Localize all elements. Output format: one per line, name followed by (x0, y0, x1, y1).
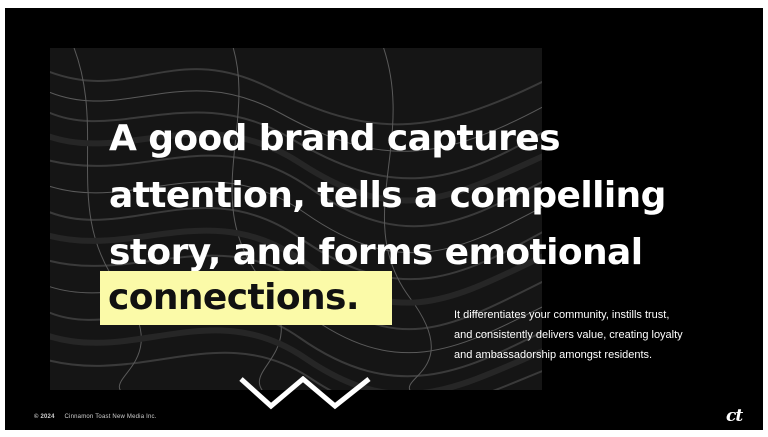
slide: A good brand captures attention, tells a… (5, 8, 763, 430)
headline: A good brand captures attention, tells a… (109, 110, 749, 281)
body-paragraph: It differentiates your community, instil… (454, 305, 754, 365)
company-name: Cinnamon Toast New Media Inc. (64, 414, 157, 420)
body-line: It differentiates your community, instil… (454, 309, 670, 321)
footer: © 2024 Cinnamon Toast New Media Inc. (34, 414, 157, 420)
brand-logo: ct (726, 406, 743, 426)
zigzag-decoration-icon (239, 376, 371, 410)
copyright-text: © 2024 (34, 414, 55, 420)
highlight-word: connections. (108, 277, 360, 318)
highlight-box: connections. (100, 271, 392, 325)
body-line: and consistently delivers value, creatin… (454, 329, 683, 341)
headline-line: A good brand captures (109, 118, 561, 159)
headline-line: attention, tells a compelling (109, 175, 666, 216)
body-line: and ambassadorship amongst residents. (454, 349, 653, 361)
